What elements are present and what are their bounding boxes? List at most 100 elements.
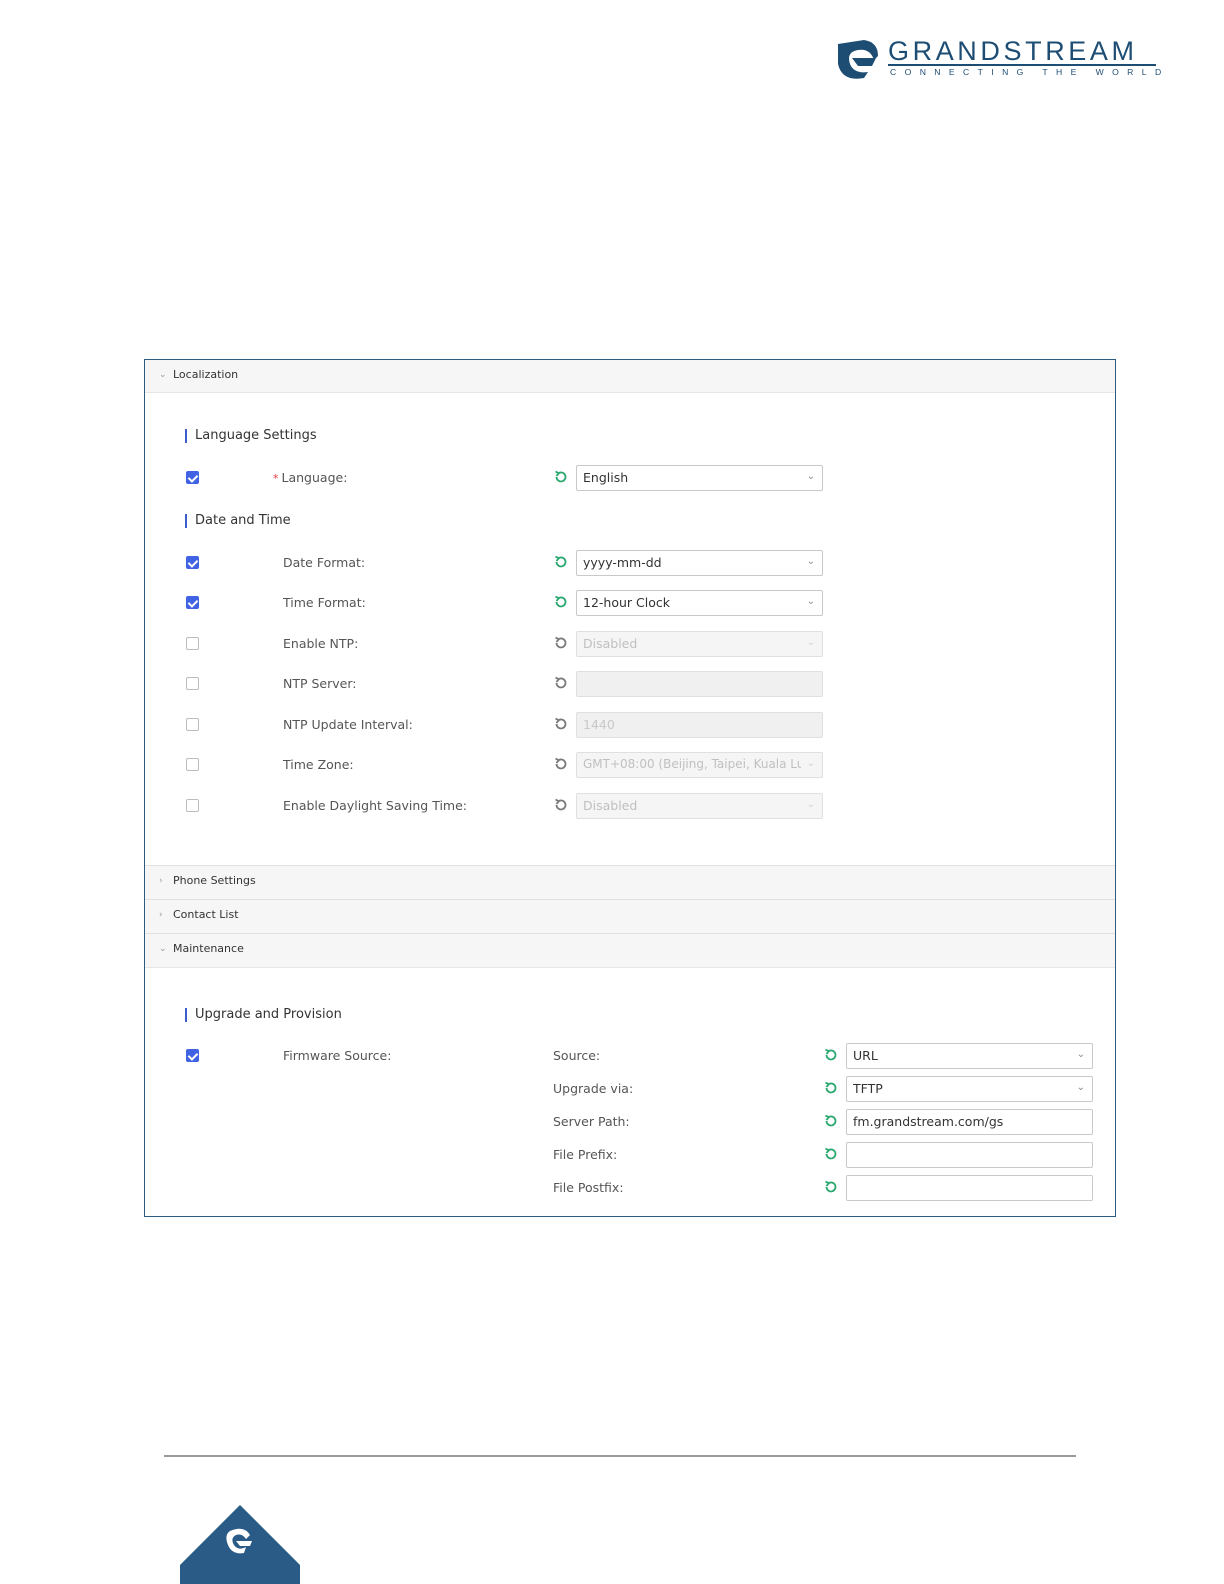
row-date-format: Date Format: yyyy-mm-dd ⌄ [145,550,1115,578]
source-label: Source: [553,1048,601,1063]
chevron-down-icon: ⌄ [1076,1082,1085,1093]
enable-ntp-checkbox[interactable] [186,637,199,650]
enable-dst-label: Enable Daylight Saving Time: [283,798,468,813]
language-checkbox[interactable] [186,471,199,484]
group-title-language-settings: Language Settings [185,429,317,443]
ntp-server-checkbox[interactable] [186,677,199,690]
file-prefix-input[interactable] [846,1142,1093,1168]
group-title-upgrade-provision: Upgrade and Provision [185,1008,342,1022]
chevron-down-icon: ⌄ [806,556,815,567]
footer-logo-icon [180,1505,300,1584]
ntp-server-input[interactable] [576,671,823,697]
chevron-down-icon: ⌄ [806,471,815,482]
grandstream-logo-mark-icon [838,40,878,79]
reset-icon[interactable] [553,554,569,570]
upgrade-via-select[interactable]: TFTP ⌄ [846,1076,1093,1102]
upgrade-via-select-value: TFTP [853,1081,883,1096]
file-prefix-label: File Prefix: [553,1147,618,1162]
brand-tagline: CONNECTING THE WORLD [890,67,1170,77]
section-title: Localization [173,368,239,381]
time-zone-select-value: GMT+08:00 (Beijing, Taipei, Kuala Lu... [583,757,801,771]
ntp-update-interval-input-value: 1440 [583,717,615,732]
enable-dst-select[interactable]: Disabled ⌄ [576,793,823,819]
date-format-select-value: yyyy-mm-dd [583,555,662,570]
time-zone-checkbox[interactable] [186,758,199,771]
reset-icon[interactable] [553,756,569,772]
server-path-input[interactable]: fm.grandstream.com/gs [846,1109,1093,1135]
reset-icon[interactable] [823,1047,839,1063]
date-format-select[interactable]: yyyy-mm-dd ⌄ [576,550,823,576]
row-file-postfix: File Postfix: [145,1175,1115,1203]
file-postfix-label: File Postfix: [553,1180,624,1195]
reset-icon[interactable] [553,797,569,813]
language-label: * Language: [273,470,348,485]
time-format-select[interactable]: 12-hour Clock ⌄ [576,590,823,616]
ntp-update-interval-checkbox[interactable] [186,718,199,731]
chevron-down-icon: ⌄ [806,758,815,769]
logo-rule [888,64,1156,66]
chevron-down-icon: ⌄ [806,596,815,607]
source-select-value: URL [853,1048,878,1063]
section-title: Maintenance [173,942,244,955]
reset-icon[interactable] [553,594,569,610]
row-ntp-update-interval: NTP Update Interval: 1440 [145,712,1115,740]
row-server-path: Server Path: fm.grandstream.com/gs [145,1109,1115,1137]
server-path-label: Server Path: [553,1114,630,1129]
section-contact-list-header[interactable]: › Contact List [145,899,1115,934]
row-enable-dst: Enable Daylight Saving Time: Disabled ⌄ [145,793,1115,821]
firmware-source-checkbox[interactable] [186,1049,199,1062]
row-enable-ntp: Enable NTP: Disabled ⌄ [145,631,1115,659]
chevron-right-icon: › [159,910,163,920]
row-upgrade-via: Upgrade via: TFTP ⌄ [145,1076,1115,1104]
ntp-update-interval-input[interactable]: 1440 [576,712,823,738]
chevron-down-icon: ⌄ [1076,1049,1085,1060]
language-select-value: English [583,470,629,485]
server-path-input-value: fm.grandstream.com/gs [853,1114,1004,1129]
file-postfix-input[interactable] [846,1175,1093,1201]
firmware-source-label: Firmware Source: [283,1048,392,1063]
reset-icon[interactable] [823,1146,839,1162]
reset-icon[interactable] [823,1113,839,1129]
reset-icon[interactable] [553,635,569,651]
chevron-down-icon: ⌄ [806,637,815,648]
enable-dst-select-value: Disabled [583,798,638,813]
time-format-select-value: 12-hour Clock [583,595,670,610]
settings-panel: ⌄ Localization Language Settings * Langua… [144,359,1116,1217]
source-select[interactable]: URL ⌄ [846,1043,1093,1069]
section-title: Phone Settings [173,874,256,887]
reset-icon[interactable] [553,469,569,485]
grandstream-logo: GRANDSTREAM CONNECTING THE WORLD [834,36,1161,84]
section-localization-header[interactable]: ⌄ Localization [145,360,1115,393]
row-file-prefix: File Prefix: [145,1142,1115,1170]
enable-ntp-label: Enable NTP: [283,636,359,651]
section-maintenance-header[interactable]: ⌄ Maintenance [145,933,1115,968]
language-select[interactable]: English ⌄ [576,465,823,491]
reset-icon[interactable] [823,1179,839,1195]
section-title: Contact List [173,908,239,921]
chevron-down-icon: ⌄ [806,799,815,810]
enable-ntp-select[interactable]: Disabled ⌄ [576,631,823,657]
footer-divider [164,1455,1076,1457]
reset-icon[interactable] [553,675,569,691]
brand-name: GRANDSTREAM [888,36,1138,66]
enable-ntp-select-value: Disabled [583,636,638,651]
row-time-zone: Time Zone: GMT+08:00 (Beijing, Taipei, K… [145,752,1115,780]
time-zone-label: Time Zone: [283,757,354,772]
row-time-format: Time Format: 12-hour Clock ⌄ [145,590,1115,618]
required-asterisk: * [273,472,279,485]
reset-icon[interactable] [553,716,569,732]
date-format-label: Date Format: [283,555,366,570]
date-format-checkbox[interactable] [186,556,199,569]
chevron-down-icon: ⌄ [159,944,167,954]
section-phone-settings-header[interactable]: › Phone Settings [145,865,1115,900]
time-format-label: Time Format: [283,595,366,610]
chevron-down-icon: ⌄ [159,370,167,380]
ntp-update-interval-label: NTP Update Interval: [283,717,413,732]
time-format-checkbox[interactable] [186,596,199,609]
time-zone-select[interactable]: GMT+08:00 (Beijing, Taipei, Kuala Lu... … [576,752,823,778]
enable-dst-checkbox[interactable] [186,799,199,812]
reset-icon[interactable] [823,1080,839,1096]
row-firmware-source: Firmware Source: Source: URL ⌄ [145,1043,1115,1071]
group-title-date-time: Date and Time [185,514,291,528]
upgrade-via-label: Upgrade via: [553,1081,634,1096]
